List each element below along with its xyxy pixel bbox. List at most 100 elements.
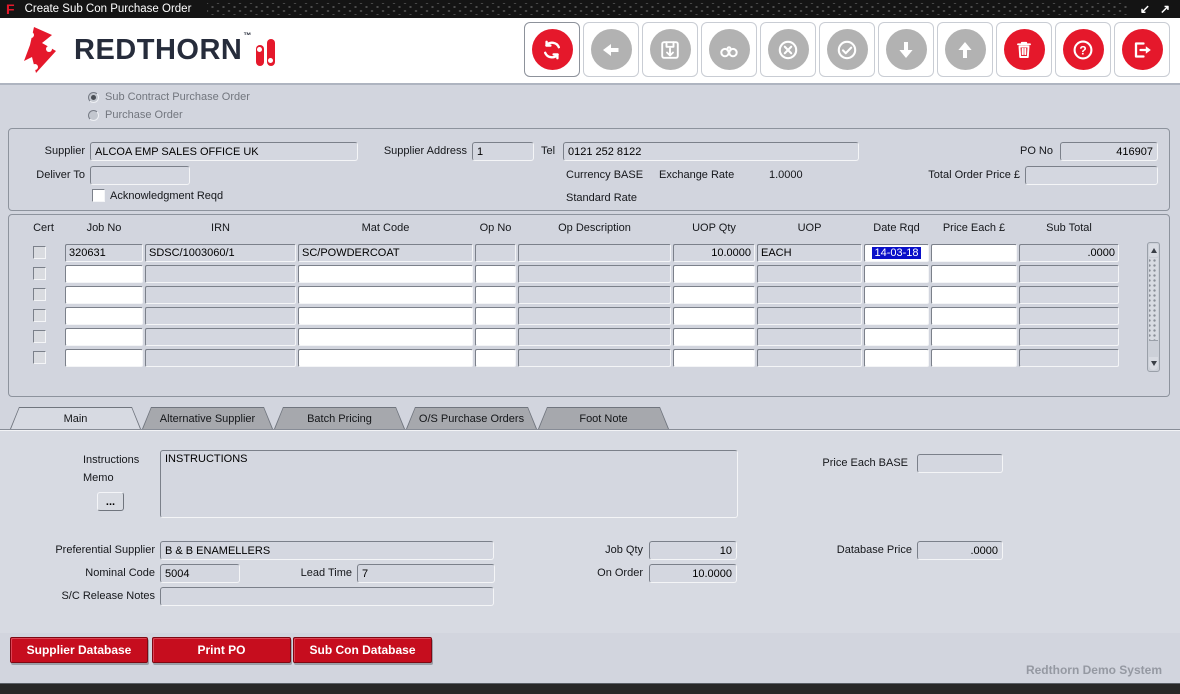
price-each-base-field[interactable] (917, 454, 1003, 473)
cell-uop-qty[interactable] (673, 307, 755, 325)
move-down-button[interactable] (878, 22, 934, 77)
cell-op-description[interactable] (518, 349, 671, 367)
refresh-button[interactable] (524, 22, 580, 77)
move-up-button[interactable] (937, 22, 993, 77)
job-qty-field[interactable]: 10 (649, 541, 737, 560)
cell-price-each[interactable] (931, 286, 1017, 304)
cell-job-no[interactable] (65, 265, 143, 283)
cell-uop-qty[interactable] (673, 349, 755, 367)
sc-release-notes-field[interactable] (160, 587, 494, 606)
nominal-code-field[interactable]: 5004 (160, 564, 240, 583)
cell-sub-total[interactable] (1019, 328, 1119, 346)
cell-op-no[interactable] (475, 286, 516, 304)
cell-mat-code[interactable]: SC/POWDERCOAT (298, 244, 473, 262)
cancel-button[interactable] (760, 22, 816, 77)
supplier-address-field[interactable]: 1 (472, 142, 534, 161)
cell-mat-code[interactable] (298, 286, 473, 304)
cell-irn[interactable] (145, 286, 296, 304)
cell-price-each[interactable] (931, 265, 1017, 283)
cell-uop-qty[interactable] (673, 328, 755, 346)
cell-mat-code[interactable] (298, 328, 473, 346)
cell-date-rqd[interactable] (864, 328, 929, 346)
cert-checkbox[interactable] (33, 246, 46, 259)
cell-uop-qty[interactable]: 10.0000 (673, 244, 755, 262)
ok-button[interactable] (819, 22, 875, 77)
help-button[interactable]: ? (1055, 22, 1111, 77)
cell-op-description[interactable] (518, 265, 671, 283)
cell-price-each[interactable] (931, 349, 1017, 367)
preferential-supplier-field[interactable]: B & B ENAMELLERS (160, 541, 494, 560)
lead-time-field[interactable]: 7 (357, 564, 495, 583)
cell-uop-qty[interactable] (673, 265, 755, 283)
tab-foot-note[interactable]: Foot Note (538, 407, 669, 429)
acknowledgment-checkbox[interactable] (92, 189, 105, 202)
cell-op-no[interactable] (475, 328, 516, 346)
supplier-field[interactable]: ALCOA EMP SALES OFFICE UK (90, 142, 358, 161)
cert-checkbox[interactable] (33, 351, 46, 364)
cert-checkbox[interactable] (33, 288, 46, 301)
radio-purchase-order[interactable]: Purchase Order (88, 109, 183, 121)
cell-job-no[interactable] (65, 328, 143, 346)
cell-job-no[interactable] (65, 286, 143, 304)
tab-batch-pricing[interactable]: Batch Pricing (274, 407, 405, 429)
cell-sub-total[interactable]: .0000 (1019, 244, 1119, 262)
cell-mat-code[interactable] (298, 265, 473, 283)
cell-date-rqd[interactable] (864, 265, 929, 283)
cell-irn[interactable] (145, 328, 296, 346)
total-order-price-field[interactable] (1025, 166, 1158, 185)
cell-sub-total[interactable] (1019, 286, 1119, 304)
supplier-database-button[interactable]: Supplier Database (10, 637, 148, 663)
cell-price-each[interactable] (931, 328, 1017, 346)
instructions-memo-field[interactable]: INSTRUCTIONS (160, 450, 738, 518)
cell-price-each[interactable] (931, 244, 1017, 262)
cell-uop[interactable] (757, 307, 862, 325)
cell-job-no[interactable] (65, 349, 143, 367)
cert-checkbox[interactable] (33, 309, 46, 322)
memo-ellipsis-button[interactable]: ... (97, 492, 124, 511)
cell-irn[interactable] (145, 349, 296, 367)
window-restore-icon[interactable]: ↙ (1140, 0, 1150, 18)
cert-checkbox[interactable] (33, 267, 46, 280)
tab-o-s-purchase-orders[interactable]: O/S Purchase Orders (406, 407, 537, 429)
cell-date-rqd[interactable] (864, 286, 929, 304)
cell-op-no[interactable] (475, 349, 516, 367)
cell-op-no[interactable] (475, 307, 516, 325)
print-po-button[interactable]: Print PO (152, 637, 291, 663)
window-maximize-icon[interactable]: ↗ (1160, 0, 1170, 18)
po-no-field[interactable]: 416907 (1060, 142, 1158, 161)
cell-irn[interactable]: SDSC/1003060/1 (145, 244, 296, 262)
cell-sub-total[interactable] (1019, 307, 1119, 325)
database-price-field[interactable]: .0000 (917, 541, 1003, 560)
radio-icon[interactable] (88, 92, 99, 103)
cell-op-description[interactable] (518, 244, 671, 262)
cell-date-rqd[interactable] (864, 307, 929, 325)
delete-button[interactable] (996, 22, 1052, 77)
cell-uop[interactable] (757, 265, 862, 283)
scroll-up-button[interactable] (1149, 244, 1158, 257)
tab-alternative-supplier[interactable]: Alternative Supplier (142, 407, 273, 429)
cell-op-no[interactable] (475, 265, 516, 283)
find-button[interactable] (701, 22, 757, 77)
cell-price-each[interactable] (931, 307, 1017, 325)
cell-op-description[interactable] (518, 307, 671, 325)
on-order-field[interactable]: 10.0000 (649, 564, 737, 583)
save-button[interactable] (642, 22, 698, 77)
exit-button[interactable] (1114, 22, 1170, 77)
radio-sub-contract-po[interactable]: Sub Contract Purchase Order (88, 91, 250, 103)
cell-irn[interactable] (145, 307, 296, 325)
tel-field[interactable]: 0121 252 8122 (563, 142, 859, 161)
cell-job-no[interactable]: 320631 (65, 244, 143, 262)
scroll-thumb[interactable] (1149, 258, 1158, 341)
cell-op-description[interactable] (518, 328, 671, 346)
cell-date-rqd[interactable]: 14-03-18 (864, 244, 929, 262)
cell-sub-total[interactable] (1019, 265, 1119, 283)
scroll-down-button[interactable] (1149, 357, 1158, 370)
cell-uop[interactable]: EACH (757, 244, 862, 262)
grid-scrollbar[interactable] (1147, 242, 1160, 372)
cell-op-no[interactable] (475, 244, 516, 262)
cell-job-no[interactable] (65, 307, 143, 325)
radio-icon[interactable] (88, 110, 99, 121)
cert-checkbox[interactable] (33, 330, 46, 343)
cell-mat-code[interactable] (298, 307, 473, 325)
cell-uop-qty[interactable] (673, 286, 755, 304)
